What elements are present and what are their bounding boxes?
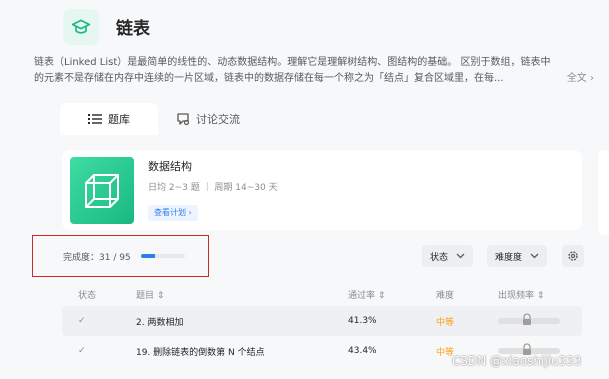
problem-title[interactable]: 19. 删除链表的倒数第 N 个结点 [136,345,348,358]
side-panel-edge [598,150,609,235]
watermark: CSDN @xiaoshijiu333 [452,354,582,368]
tab-bar: 题库 讨论交流 [60,103,258,135]
progress-fill [141,254,156,258]
settings-button[interactable] [562,245,584,267]
cube-icon [85,173,119,208]
description-line-1: 链表（Linked List）是最简单的线性的、动态数据结构。理解它是理解树结构… [34,57,551,68]
tab-problems-label: 题库 [108,113,130,126]
description: 链表（Linked List）是最简单的线性的、动态数据结构。理解它是理解树结构… [34,55,594,87]
problem-title[interactable]: 2. 两数相加 [136,315,348,328]
frequency-bar [498,313,560,325]
header-frequency[interactable]: 出现频率 ⇕ [498,288,582,301]
course-cover [70,157,134,224]
frequency-cell [498,313,582,325]
chevron-down-icon [456,253,465,259]
tab-discussion[interactable]: 讨论交流 [158,103,258,135]
table-header: 状态 题目 ⇕ 通过率 ⇕ 难度 出现频率 ⇕ [62,282,582,306]
status-filter[interactable]: 状态 [422,245,474,267]
check-icon: ✓ [78,346,86,356]
acceptance-rate: 41.3% [348,316,377,326]
header-difficulty[interactable]: 难度 [436,288,498,301]
course-name: 数据结构 [148,160,192,173]
course-meta: 日均 2~3 题 ｜ 周期 14~30 天 [148,183,278,193]
difficulty-filter[interactable]: 难度度 [487,245,548,267]
list-icon [88,114,102,124]
description-line-2: 的元素不是存储在内存中连续的一片区域，链表中的数据存储在每一个称之为「结点」复合… [34,73,504,84]
header-status[interactable]: 状态 [62,288,136,301]
lock-icon [523,313,531,325]
difficulty-badge: 中等 [436,317,455,328]
gear-icon [568,251,578,261]
acceptance-rate: 43.4% [348,346,377,356]
course-icon [63,9,99,45]
progress-label: 完成度：31 / 95 [63,253,131,263]
chevron-down-icon [530,253,539,259]
tab-discussion-label: 讨论交流 [196,113,240,126]
page-title: 链表 [116,19,150,39]
check-icon: ✓ [78,316,86,326]
read-more-link[interactable]: 全文 › [567,71,594,87]
progress-highlight: 完成度：31 / 95 [32,235,209,277]
header-rate[interactable]: 通过率 ⇕ [348,288,436,301]
table-row[interactable]: ✓ 2. 两数相加 41.3% 中等 [62,306,582,336]
header-title[interactable]: 题目 ⇕ [136,288,348,301]
tab-problems[interactable]: 题库 [60,103,158,135]
course-card[interactable]: 数据结构 日均 2~3 题 ｜ 周期 14~30 天 查看计划 › [62,150,582,230]
discuss-icon [177,113,190,126]
progress-bar [141,254,185,258]
view-plan-button[interactable]: 查看计划 › [148,205,198,221]
graduation-cap-icon [71,19,91,34]
